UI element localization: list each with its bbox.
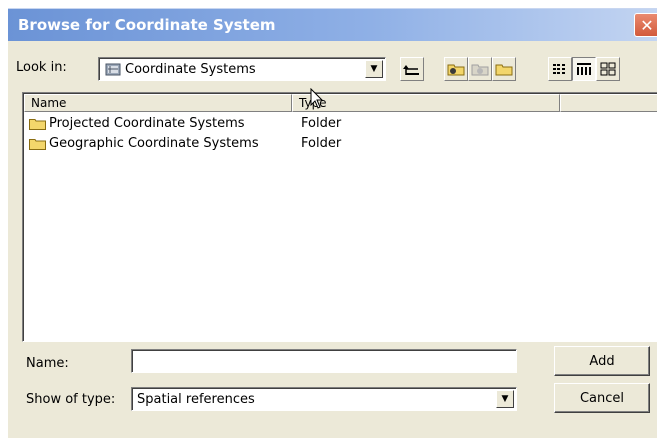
thumbnails-view-icon xyxy=(600,62,616,76)
look-in-dropdown[interactable]: Coordinate Systems ▼ xyxy=(98,57,386,81)
folder-icon xyxy=(29,119,46,130)
connect-to-folder-button[interactable] xyxy=(444,57,468,81)
browse-dialog: Browse for Coordinate System ✕ Look in: … xyxy=(8,8,657,438)
disconnect-folder-button[interactable] xyxy=(468,57,492,81)
list-view-button[interactable] xyxy=(548,57,572,81)
list-header: Name Type xyxy=(24,94,657,112)
list-item[interactable]: Geographic Coordinate Systems Folder xyxy=(27,135,357,153)
look-in-label: Look in: xyxy=(16,60,67,75)
item-type: Folder xyxy=(301,116,342,131)
list-item[interactable]: Projected Coordinate Systems Folder xyxy=(27,115,357,133)
close-button[interactable]: ✕ xyxy=(634,13,657,37)
thumbnails-view-button[interactable] xyxy=(596,57,620,81)
cancel-button[interactable]: Cancel xyxy=(554,383,650,413)
folder-icon xyxy=(29,139,46,150)
disconnect-folder-icon xyxy=(471,64,489,76)
column-header-type[interactable]: Type xyxy=(292,94,560,112)
name-field[interactable] xyxy=(131,349,517,373)
item-type: Folder xyxy=(301,136,342,151)
title-bar[interactable]: Browse for Coordinate System ✕ xyxy=(8,9,657,41)
item-name: Projected Coordinate Systems xyxy=(49,116,245,131)
chevron-down-icon[interactable]: ▼ xyxy=(365,60,383,78)
name-label: Name: xyxy=(26,356,69,371)
connect-folder-icon xyxy=(447,64,465,76)
chevron-down-icon[interactable]: ▼ xyxy=(496,390,514,408)
show-of-type-value: Spatial references xyxy=(137,392,255,407)
add-button[interactable]: Add xyxy=(554,346,650,376)
dialog-title: Browse for Coordinate System xyxy=(18,16,276,34)
up-one-level-button[interactable] xyxy=(400,57,424,81)
list-view-icon xyxy=(553,64,565,74)
show-of-type-dropdown[interactable]: Spatial references ▼ xyxy=(131,387,517,411)
coordinate-systems-icon xyxy=(105,62,121,81)
show-of-type-label: Show of type: xyxy=(26,392,116,407)
up-folder-icon xyxy=(403,65,419,75)
details-view-button[interactable] xyxy=(572,57,596,81)
item-name: Geographic Coordinate Systems xyxy=(49,136,259,151)
mouse-cursor-icon xyxy=(310,88,324,109)
column-header-extra[interactable] xyxy=(560,94,657,112)
new-folder-button[interactable] xyxy=(492,57,516,81)
file-list[interactable]: Name Type Projected Coordinate Systems F… xyxy=(22,92,657,342)
details-view-icon xyxy=(577,63,591,75)
look-in-value: Coordinate Systems xyxy=(125,62,256,77)
new-folder-icon xyxy=(495,64,513,76)
column-header-name[interactable]: Name xyxy=(24,94,292,112)
